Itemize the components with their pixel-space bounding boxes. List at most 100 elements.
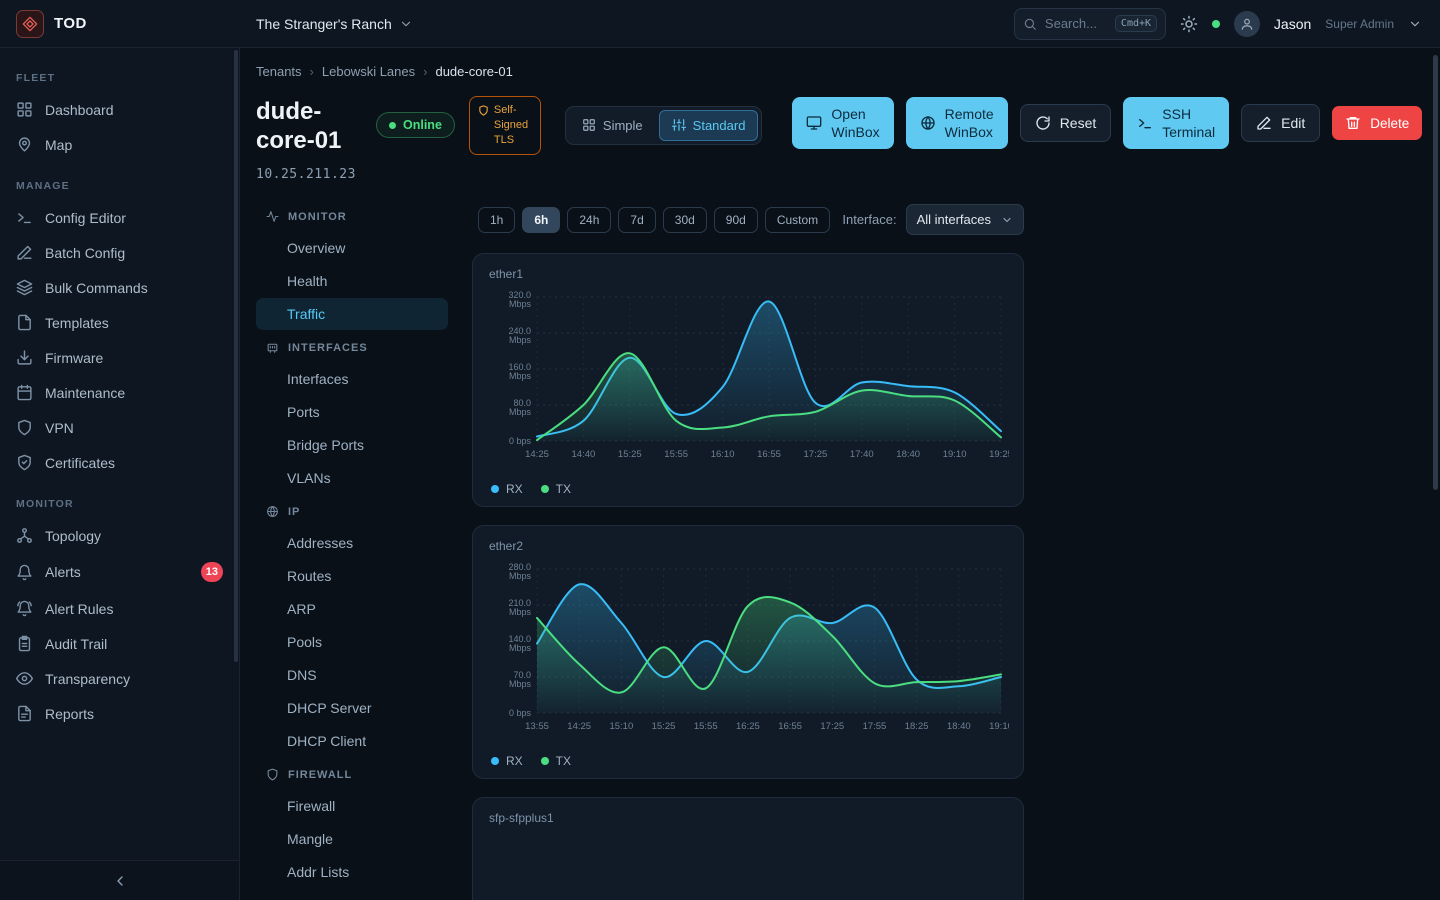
subnav-item-overview[interactable]: Overview — [256, 232, 448, 264]
subnav-item-firewall[interactable]: Firewall — [256, 790, 448, 822]
subnav-section-interfaces: INTERFACES — [256, 331, 448, 362]
sidebar-item-bulk-commands[interactable]: Bulk Commands — [0, 270, 239, 305]
status-label: Online — [403, 118, 442, 132]
shield-check-icon — [16, 454, 33, 471]
remote-winbox-button[interactable]: Remote WinBox — [906, 97, 1008, 149]
user-menu-chevron-icon[interactable] — [1408, 17, 1422, 31]
sidebar-scrollbar-thumb[interactable] — [234, 50, 238, 662]
subnav-item-vlans[interactable]: VLANs — [256, 462, 448, 494]
global-search[interactable]: Cmd+K — [1014, 8, 1166, 40]
open-winbox-button[interactable]: Open WinBox — [792, 97, 893, 149]
bell-icon — [16, 564, 33, 581]
port-icon — [266, 341, 279, 354]
subnav-item-dns[interactable]: DNS — [256, 659, 448, 691]
mode-standard-tab[interactable]: Standard — [659, 110, 759, 141]
edit-button[interactable]: Edit — [1241, 104, 1320, 142]
svg-text:19:10: 19:10 — [943, 449, 967, 460]
chart-title: ether1 — [489, 267, 1007, 281]
range-pill-90d[interactable]: 90d — [714, 207, 758, 233]
trash-icon — [1345, 115, 1361, 131]
mode-simple-tab[interactable]: Simple — [569, 110, 656, 141]
legend-item-rx: RX — [491, 482, 523, 496]
sidebar-item-templates[interactable]: Templates — [0, 305, 239, 340]
subnav-item-addr-lists[interactable]: Addr Lists — [256, 856, 448, 888]
topbar-right: Cmd+K Jason Super Admin — [1014, 8, 1440, 40]
interface-filter: Interface: All interfaces — [842, 204, 1024, 235]
breadcrumb-item-tenants[interactable]: Tenants — [256, 64, 302, 79]
sidebar-item-firmware[interactable]: Firmware — [0, 340, 239, 375]
range-pill-6h[interactable]: 6h — [522, 207, 560, 233]
sidebar-item-batch-config[interactable]: Batch Config — [0, 235, 239, 270]
sidebar-item-map[interactable]: Map — [0, 127, 239, 162]
sidebar-item-alerts[interactable]: Alerts13 — [0, 553, 239, 591]
subnav-item-bridge-ports[interactable]: Bridge Ports — [256, 429, 448, 461]
legend-item-tx: TX — [541, 482, 571, 496]
chart-title: ether2 — [489, 539, 1007, 553]
svg-text:0 bps: 0 bps — [509, 436, 532, 446]
svg-text:18:40: 18:40 — [947, 721, 971, 732]
sidebar-item-dashboard[interactable]: Dashboard — [0, 92, 239, 127]
range-pill-24h[interactable]: 24h — [567, 207, 611, 233]
subnav-item-dhcp-server[interactable]: DHCP Server — [256, 692, 448, 724]
reset-button[interactable]: Reset — [1020, 104, 1112, 142]
interface-select[interactable]: All interfaces — [906, 204, 1024, 235]
device-title-block: dude-core-01 10.25.211.23 — [256, 97, 360, 182]
sidebar-item-alert-rules[interactable]: Alert Rules — [0, 591, 239, 626]
range-pill-1h[interactable]: 1h — [478, 207, 515, 233]
legend-dot-icon — [491, 757, 499, 765]
open-winbox-label: Open WinBox — [831, 105, 879, 141]
chevron-down-icon — [399, 17, 413, 31]
sidebar-collapse-button[interactable] — [0, 860, 239, 900]
sidebar-item-vpn[interactable]: VPN — [0, 410, 239, 445]
subnav-item-mangle[interactable]: Mangle — [256, 823, 448, 855]
subnav-item-ports[interactable]: Ports — [256, 396, 448, 428]
range-pill-custom[interactable]: Custom — [765, 207, 830, 233]
search-input[interactable] — [1045, 16, 1107, 31]
delete-button[interactable]: Delete — [1332, 106, 1422, 140]
tenant-selector[interactable]: The Stranger's Ranch — [240, 16, 413, 32]
breadcrumb-item-lebowski-lanes[interactable]: Lebowski Lanes — [322, 64, 415, 79]
device-subnav: MONITOROverviewHealthTrafficINTERFACESIn… — [256, 200, 448, 900]
sidebar-item-label: Topology — [45, 528, 101, 544]
sidebar-item-config-editor[interactable]: Config Editor — [0, 200, 239, 235]
theme-toggle-sun-icon[interactable] — [1180, 15, 1198, 33]
subnav-item-traffic[interactable]: Traffic — [256, 298, 448, 330]
sidebar: FLEETDashboardMapMANAGEConfig EditorBatc… — [0, 48, 240, 900]
subnav-item-dhcp-client[interactable]: DHCP Client — [256, 725, 448, 757]
subnav-item-health[interactable]: Health — [256, 265, 448, 297]
monitor-icon — [806, 115, 822, 131]
range-pill-30d[interactable]: 30d — [663, 207, 707, 233]
chart-card-ether2: ether2280.0Mbps210.0Mbps140.0Mbps70.0Mbp… — [472, 525, 1024, 779]
sidebar-item-label: Maintenance — [45, 385, 125, 401]
diamond-logo-icon — [22, 16, 38, 32]
sidebar-item-audit-trail[interactable]: Audit Trail — [0, 626, 239, 661]
window-scrollbar-thumb[interactable] — [1433, 55, 1438, 490]
svg-text:14:25: 14:25 — [567, 721, 591, 732]
ssh-terminal-button[interactable]: SSH Terminal — [1123, 97, 1229, 149]
subnav-item-routes[interactable]: Routes — [256, 560, 448, 592]
range-pill-7d[interactable]: 7d — [618, 207, 655, 233]
subnav-section-label: FIREWALL — [288, 769, 352, 781]
subnav-item-addresses[interactable]: Addresses — [256, 527, 448, 559]
user-avatar[interactable] — [1234, 11, 1260, 37]
legend-dot-icon — [541, 485, 549, 493]
sidebar-item-reports[interactable]: Reports — [0, 696, 239, 731]
subnav-item-interfaces[interactable]: Interfaces — [256, 363, 448, 395]
sidebar-item-maintenance[interactable]: Maintenance — [0, 375, 239, 410]
sidebar-item-certificates[interactable]: Certificates — [0, 445, 239, 480]
legend-label: TX — [556, 482, 571, 496]
subnav-item-pools[interactable]: Pools — [256, 626, 448, 658]
sidebar-item-topology[interactable]: Topology — [0, 518, 239, 553]
sidebar-item-transparency[interactable]: Transparency — [0, 661, 239, 696]
svg-text:Mbps: Mbps — [509, 571, 532, 581]
subnav-item-arp[interactable]: ARP — [256, 593, 448, 625]
sidebar-item-label: Templates — [45, 315, 109, 331]
svg-text:14:25: 14:25 — [525, 449, 549, 460]
chevron-down-icon — [1001, 214, 1013, 226]
shield-icon — [16, 419, 33, 436]
activity-icon — [266, 210, 279, 223]
sidebar-item-label: Alert Rules — [45, 601, 113, 617]
legend-dot-icon — [491, 485, 499, 493]
user-name: Jason — [1274, 16, 1311, 32]
sidebar-section-label-monitor: MONITOR — [0, 480, 239, 518]
